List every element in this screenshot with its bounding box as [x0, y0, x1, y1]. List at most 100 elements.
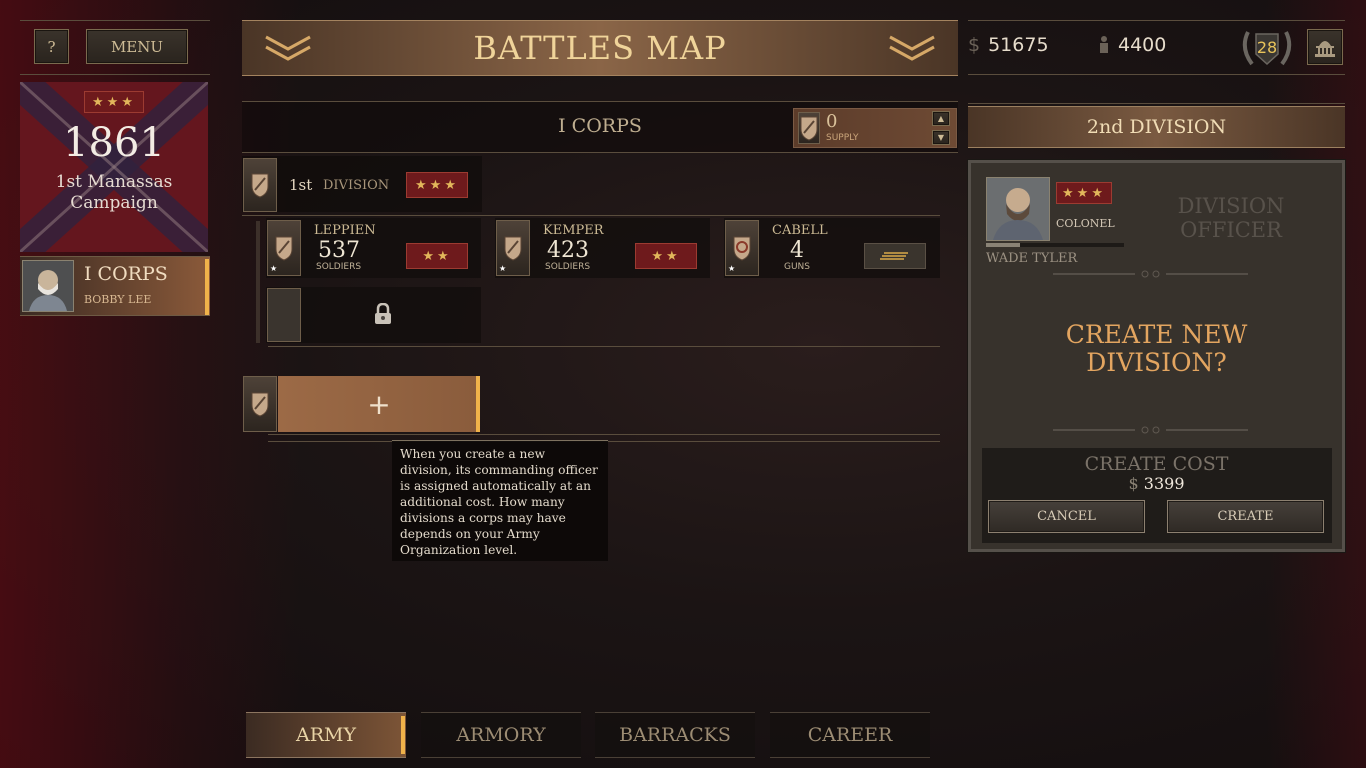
officer-stars: ★★★: [1056, 182, 1112, 204]
division-stars: ★★★: [406, 172, 468, 198]
brigade-name: CABELL: [772, 223, 828, 238]
officer-xp-bar: [986, 243, 1124, 247]
campaign-name-line1: 1st Manassas: [55, 172, 173, 192]
chevron-down-icon[interactable]: [264, 33, 312, 63]
page-title: BATTLES MAP: [473, 29, 727, 67]
shield-icon: [251, 392, 269, 417]
locked-brigade-slot[interactable]: [266, 287, 481, 343]
commander-portrait: [22, 260, 74, 312]
tab-armory[interactable]: ARMORY: [421, 712, 581, 758]
brigade-unit: SOLDIERS: [545, 262, 591, 272]
divider: [968, 74, 1345, 75]
chevron-down-icon[interactable]: [888, 33, 936, 63]
brigade-count: 537: [318, 238, 360, 263]
rank-bars-icon: [880, 252, 908, 260]
create-division-panel: ★★★ COLONEL WADE TYLER DIVISION OFFICER …: [968, 160, 1345, 552]
shield-icon: [251, 173, 269, 198]
campaign-year: 1861: [63, 120, 165, 166]
level-badge[interactable]: 28: [1238, 26, 1296, 70]
campaign-stars: ★★★: [84, 91, 144, 113]
supply-box: 0 SUPPLY ▲ ▼: [793, 108, 957, 148]
capitol-button[interactable]: [1307, 29, 1343, 65]
selected-indicator: [476, 376, 480, 432]
ornament-divider: [1053, 426, 1248, 434]
create-prompt-line1: CREATE NEW: [1065, 320, 1248, 349]
money-value: 51675: [988, 34, 1049, 56]
division-officer-title-line1: DIVISION: [1177, 194, 1285, 218]
brigade-count: 423: [547, 238, 589, 263]
infantry-shield-icon: [275, 236, 293, 261]
campaign-flag[interactable]: ★★★ 1861 1st Manassas Campaign: [20, 82, 208, 252]
create-button[interactable]: CREATE: [1167, 500, 1324, 533]
divider: [242, 152, 958, 153]
supply-shield: [798, 112, 820, 144]
menu-button[interactable]: MENU: [86, 29, 188, 64]
selected-indicator: [205, 259, 209, 315]
add-division-button[interactable]: +: [278, 376, 480, 432]
tab-career[interactable]: CAREER: [770, 712, 930, 758]
cost-label: CREATE COST: [1084, 453, 1229, 475]
corps-name: I CORPS: [84, 263, 168, 285]
lock-icon: [375, 303, 391, 324]
brigade-unit: SOLDIERS: [316, 262, 362, 272]
tab-barracks[interactable]: BARRACKS: [595, 712, 755, 758]
brigade-unit: GUNS: [784, 262, 811, 272]
division-label: DIVISION: [323, 178, 390, 193]
create-prompt: CREATE NEW DIVISION?: [971, 321, 1342, 377]
corps-card[interactable]: I CORPS BOBBY LEE: [20, 256, 210, 316]
new-division-shield: [243, 376, 277, 432]
division-shield: [243, 158, 277, 212]
cost-value: 3399: [1143, 474, 1185, 493]
division-officer-title: DIVISION OFFICER: [1156, 194, 1306, 242]
division-tree-line: [256, 221, 260, 343]
brigade-card[interactable]: ★ LEPPIEN 537 SOLDIERS ★★: [266, 218, 481, 278]
soldiers-display: 4400: [1098, 34, 1166, 56]
corps-header-name: I CORPS: [558, 115, 642, 137]
brigade-name: LEPPIEN: [314, 223, 376, 238]
help-button[interactable]: ?: [34, 29, 69, 64]
veteran-star-icon: ★: [499, 264, 507, 273]
divider: [968, 103, 1345, 104]
campaign-name-line2: Campaign: [70, 193, 158, 213]
divider: [242, 215, 940, 216]
division-officer-title-line2: OFFICER: [1180, 218, 1282, 242]
soldier-icon: [1100, 36, 1108, 53]
cost-display: $ 3399: [971, 474, 1342, 493]
title-banner: BATTLES MAP: [242, 20, 958, 76]
ornament-divider: [1053, 270, 1248, 278]
brigade-stars: ★★: [635, 243, 697, 269]
officer-rank: COLONEL: [1056, 217, 1115, 230]
division-panel-header: 2nd DIVISION: [968, 106, 1345, 148]
divider: [20, 20, 210, 21]
brigade-shield: ★: [496, 220, 530, 276]
supply-label: SUPPLY: [826, 133, 859, 143]
officer-name: WADE TYLER: [986, 251, 1078, 266]
officer-xp-fill: [986, 243, 1020, 247]
brigade-name: KEMPER: [543, 223, 604, 238]
corps-commander: BOBBY LEE: [84, 293, 152, 306]
shield-icon: [800, 116, 818, 141]
officer-portrait-icon: [987, 178, 1049, 240]
brigade-shield: ★: [725, 220, 759, 276]
capitol-icon: [1315, 41, 1335, 57]
create-prompt-line2: DIVISION?: [1086, 348, 1227, 377]
supply-down-button[interactable]: ▼: [932, 130, 950, 145]
artillery-rank-badge: [864, 243, 926, 269]
empty-shield: [267, 288, 301, 342]
brigade-card[interactable]: ★ KEMPER 423 SOLDIERS ★★: [495, 218, 710, 278]
dollar-icon: $: [1128, 474, 1139, 493]
divider: [968, 20, 1345, 21]
brigade-stars: ★★: [406, 243, 468, 269]
divider: [268, 434, 940, 435]
officer-portrait: [986, 177, 1050, 241]
tooltip: When you create a new division, its comm…: [392, 440, 608, 561]
money-display: $51675: [968, 34, 1049, 56]
selected-indicator: [401, 716, 405, 754]
supply-up-button[interactable]: ▲: [932, 111, 950, 126]
dollar-icon: $: [968, 34, 981, 56]
brigade-card[interactable]: ★ CABELL 4 GUNS: [724, 218, 940, 278]
tab-army[interactable]: ARMY: [246, 712, 406, 758]
soldiers-value: 4400: [1118, 34, 1167, 56]
infantry-shield-icon: [504, 236, 522, 261]
cancel-button[interactable]: CANCEL: [988, 500, 1145, 533]
